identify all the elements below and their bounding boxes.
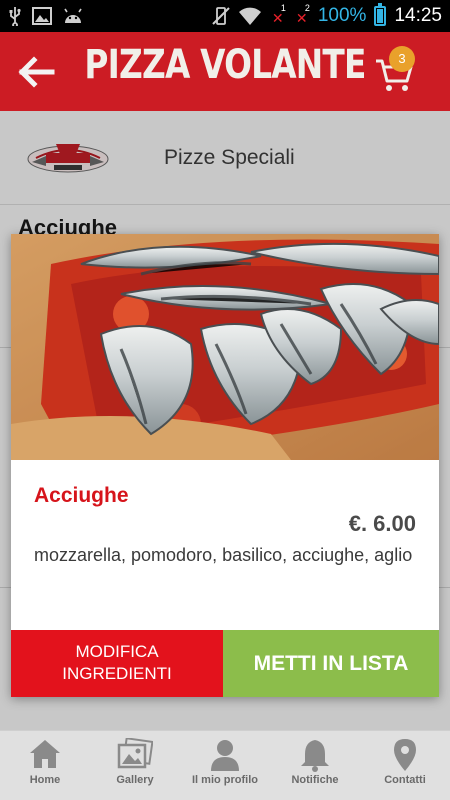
image-icon: [32, 7, 52, 25]
nav-gallery[interactable]: Gallery: [90, 731, 180, 800]
app-title: PIZZA VOLANTE: [84, 42, 366, 88]
modify-label-line2: INGREDIENTI: [62, 664, 172, 683]
battery-percent: 100%: [317, 5, 367, 26]
nav-notifications[interactable]: Notifiche: [270, 731, 360, 800]
battery-icon: [374, 3, 387, 26]
product-name: Acciughe: [34, 484, 129, 507]
nav-label: Notifiche: [291, 774, 339, 786]
product-dialog: Acciughe €. 6.00 mozzarella, pomodoro, b…: [11, 234, 439, 697]
profile-icon: [211, 740, 239, 771]
nav-label: Home: [29, 774, 61, 786]
home-icon: [30, 740, 60, 768]
status-left-icons: [8, 5, 84, 27]
product-ingredients: mozzarella, pomodoro, basilico, acciughe…: [34, 545, 413, 565]
sim2-signal: 2 ✕: [294, 3, 310, 27]
cart-count-badge: 3: [389, 46, 415, 72]
status-right-icons: 1 ✕ 2 ✕ 100% 14:25: [212, 3, 442, 28]
modify-label-line1: MODIFICA: [75, 642, 159, 661]
usb-icon: [9, 7, 21, 26]
add-to-list-button[interactable]: METTI IN LISTA: [223, 630, 439, 697]
bottom-navigation: Home Gallery Il mio profilo Notifiche Co…: [0, 730, 450, 800]
android-icon: [64, 8, 82, 23]
nav-home[interactable]: Home: [0, 731, 90, 800]
product-price: €. 6.00: [348, 511, 416, 536]
sim1-signal: 1 ✕: [270, 3, 286, 27]
wifi-icon: [238, 7, 261, 25]
location-pin-icon: [394, 739, 416, 771]
status-bar: 1 ✕ 2 ✕ 100% 14:25: [0, 0, 450, 32]
no-signal-icon: ✕: [295, 10, 308, 26]
nav-label: Il mio profilo: [192, 774, 258, 786]
bell-icon: [301, 740, 329, 772]
nav-label: Contatti: [384, 774, 426, 786]
no-signal-icon: ✕: [271, 10, 284, 26]
nav-contacts[interactable]: Contatti: [360, 731, 450, 800]
clock: 14:25: [394, 5, 442, 26]
nav-profile[interactable]: Il mio profilo: [180, 731, 270, 800]
modify-ingredients-button[interactable]: MODIFICA INGREDIENTI: [11, 630, 223, 697]
pizza-photo: [11, 234, 439, 460]
nav-label: Gallery: [116, 774, 154, 786]
gallery-icon: [117, 738, 153, 769]
vibrate-off-icon: [212, 7, 230, 25]
